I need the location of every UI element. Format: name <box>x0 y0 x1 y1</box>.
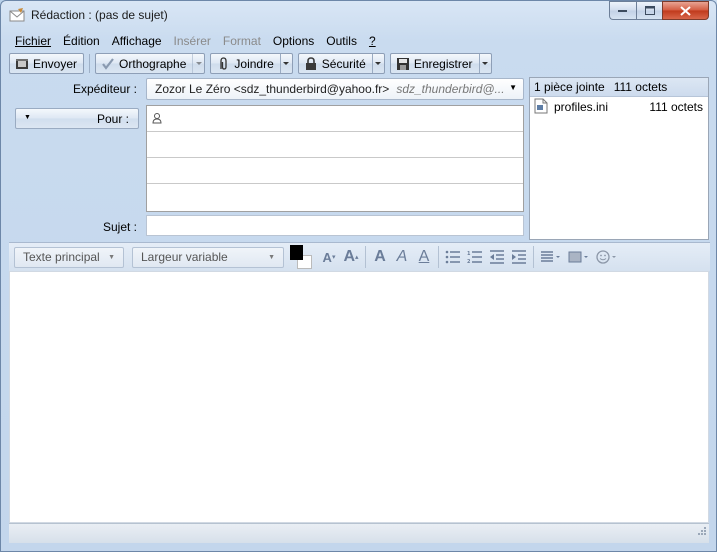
bullet-list-icon[interactable] <box>442 246 464 268</box>
window-title: Rédaction : (pas de sujet) <box>31 8 168 22</box>
attach-dropdown[interactable] <box>279 54 292 73</box>
security-dropdown[interactable] <box>371 54 384 73</box>
from-address: Zozor Le Zéro <sdz_thunderbird@yahoo.fr> <box>155 82 390 96</box>
menu-inserer[interactable]: Insérer <box>168 34 217 48</box>
attachment-pane: 1 pièce jointe 111 octets profiles.ini 1… <box>529 77 709 240</box>
resize-grip-icon[interactable] <box>695 526 707 541</box>
paragraph-style-select[interactable]: Texte principal ▼ <box>14 246 124 268</box>
italic-icon[interactable]: A <box>391 246 413 268</box>
close-button[interactable] <box>662 1 709 20</box>
attachment-item[interactable]: profiles.ini 111 octets <box>530 97 708 117</box>
numbered-list-icon[interactable]: 12 <box>464 246 486 268</box>
underline-icon[interactable]: A <box>413 246 435 268</box>
bold-icon[interactable]: A <box>369 246 391 268</box>
chevron-down-icon: ▼ <box>509 83 517 92</box>
from-select[interactable]: Zozor Le Zéro <sdz_thunderbird@yahoo.fr>… <box>146 78 524 100</box>
attachment-summary: 1 pièce jointe 111 octets <box>530 78 708 97</box>
status-bar <box>9 523 709 543</box>
recipient-row[interactable] <box>147 184 523 210</box>
save-dropdown[interactable] <box>478 54 491 73</box>
menu-affichage[interactable]: Affichage <box>106 34 168 48</box>
menu-format[interactable]: Format <box>217 34 267 48</box>
message-body-editor[interactable] <box>9 271 709 523</box>
subject-input[interactable] <box>146 215 524 236</box>
recipient-row[interactable] <box>147 106 523 132</box>
recipient-type-button[interactable]: ▼ Pour : <box>15 108 139 129</box>
recipient-row[interactable] <box>147 158 523 184</box>
font-select[interactable]: Largeur variable ▼ <box>132 246 284 268</box>
svg-text:1: 1 <box>467 251 471 257</box>
attach-button[interactable]: Joindre <box>210 53 293 74</box>
save-button[interactable]: Enregistrer <box>389 53 492 74</box>
checkmark-icon <box>101 57 115 71</box>
file-icon <box>534 98 548 117</box>
compose-icon <box>9 8 25 22</box>
compose-window: Rédaction : (pas de sujet) Fichier Éditi… <box>0 0 717 552</box>
send-button[interactable]: Envoyer <box>9 53 85 74</box>
from-identity: sdz_thunderbird@... <box>396 82 505 96</box>
send-icon <box>15 57 29 71</box>
from-label: Expéditeur : <box>72 82 137 96</box>
minimize-button[interactable] <box>609 1 636 20</box>
menu-outils[interactable]: Outils <box>320 34 363 48</box>
menu-options[interactable]: Options <box>267 34 320 48</box>
align-icon[interactable] <box>537 246 565 268</box>
chevron-down-icon: ▼ <box>268 253 275 261</box>
title-bar: Rédaction : (pas de sujet) <box>1 1 716 29</box>
format-separator <box>365 246 366 268</box>
window-controls <box>609 1 709 20</box>
lock-icon <box>304 56 318 71</box>
smiley-icon[interactable] <box>593 246 621 268</box>
paperclip-icon <box>216 56 230 71</box>
compose-toolbar: Envoyer Orthographe Joindre Sécurité Enr… <box>9 52 710 75</box>
person-icon <box>152 113 162 127</box>
security-button[interactable]: Sécurité <box>297 53 385 74</box>
menu-edition[interactable]: Édition <box>57 34 106 48</box>
compose-header: Expéditeur : Zozor Le Zéro <sdz_thunderb… <box>9 77 709 241</box>
floppy-disk-icon <box>396 57 410 71</box>
menu-fichier[interactable]: Fichier <box>9 34 57 48</box>
format-separator <box>438 246 439 268</box>
maximize-button[interactable] <box>636 1 662 20</box>
svg-text:2: 2 <box>467 259 471 264</box>
text-color-picker[interactable] <box>290 245 314 269</box>
spellcheck-dropdown[interactable] <box>192 54 204 73</box>
chevron-down-icon: ▼ <box>24 114 31 121</box>
menu-bar: Fichier Édition Affichage Insérer Format… <box>9 31 382 51</box>
font-size-smaller-icon[interactable]: A ▾ <box>318 246 340 268</box>
format-separator <box>533 246 534 268</box>
menu-help[interactable]: ? <box>363 34 382 48</box>
subject-label: Sujet : <box>102 220 137 234</box>
indent-icon[interactable] <box>508 246 530 268</box>
text-color-swatch[interactable] <box>290 245 303 260</box>
toolbar-separator <box>89 54 91 73</box>
font-size-larger-icon[interactable]: A ▴ <box>340 246 362 268</box>
outdent-icon[interactable] <box>486 246 508 268</box>
chevron-down-icon: ▼ <box>108 253 115 261</box>
spellcheck-button[interactable]: Orthographe <box>95 53 206 74</box>
format-toolbar: Texte principal ▼ Largeur variable ▼ A ▾ … <box>9 242 710 271</box>
recipient-row[interactable] <box>147 132 523 158</box>
insert-table-icon[interactable] <box>565 246 593 268</box>
recipients-list <box>146 105 524 212</box>
